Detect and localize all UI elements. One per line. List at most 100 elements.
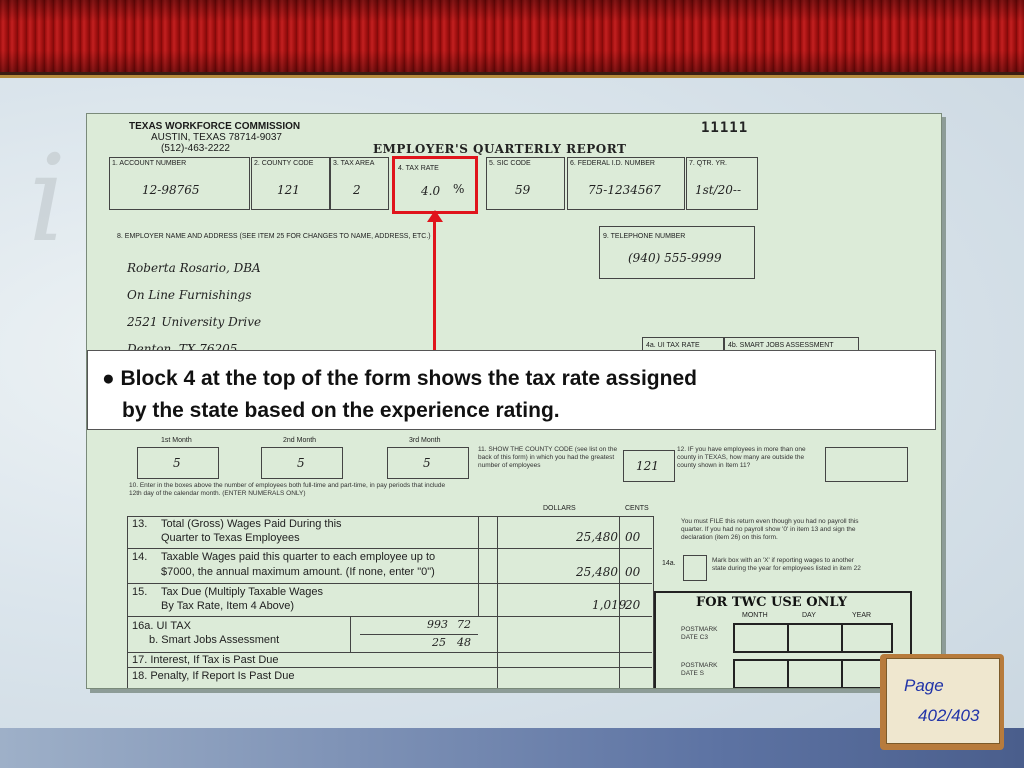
- sic-code-label: 5. SIC CODE: [489, 160, 531, 167]
- wage-table-divider-1: [478, 516, 479, 616]
- federal-id-label: 6. FEDERAL I.D. NUMBER: [570, 160, 655, 167]
- item-14a-text: Mark box with an 'X' if reporting wages …: [712, 557, 861, 572]
- row-16-subline: [360, 634, 478, 635]
- row-13-cents: 00: [625, 530, 641, 544]
- twc-day-cell-2: [787, 659, 843, 688]
- callout-line-2: by the state based on the experience rat…: [122, 399, 560, 422]
- row-16a-label: 16a. UI TAX: [132, 620, 191, 632]
- item-10-text: 10. Enter in the boxes above the number …: [129, 482, 446, 497]
- highlight-arrow-line: [433, 212, 436, 352]
- row-16a-cents: 72: [457, 618, 471, 631]
- header-shade: [0, 0, 1024, 72]
- month-2-value: 5: [297, 456, 305, 470]
- callout-text: ● Block 4 at the top of the form shows t…: [102, 363, 922, 427]
- row-16b-label: b. Smart Jobs Assessment: [149, 634, 280, 646]
- month-3-value: 5: [423, 456, 431, 470]
- county-code-box: 2. COUNTY CODE 121: [251, 157, 330, 210]
- book-page: [886, 658, 1000, 744]
- account-number-label: 1. ACCOUNT NUMBER: [112, 160, 187, 167]
- twc-day-cell-1: [787, 623, 843, 653]
- tax-area-value: 2: [353, 183, 361, 197]
- row-15-line-1: Tax Due (Multiply Taxable Wages: [161, 586, 324, 598]
- row-14-cents: 00: [625, 565, 641, 579]
- tax-rate-highlight: [392, 156, 478, 214]
- twc-title: FOR TWC USE ONLY: [696, 595, 847, 610]
- postmark-c3: POSTMARK DATE C3: [681, 626, 718, 641]
- item-11-value: 121: [636, 459, 659, 473]
- agency-phone: (512)-463-2222: [161, 143, 230, 154]
- row-15-line-2: By Tax Rate, Item 4 Above): [161, 600, 295, 612]
- row-18-label: 18. Penalty, If Report Is Past Due: [132, 670, 295, 682]
- smart-jobs-label: 4b. SMART JOBS ASSESSMENT: [728, 342, 834, 349]
- row-17-label: 17. Interest, If Tax is Past Due: [132, 654, 279, 666]
- month-3-box: 5: [387, 447, 469, 479]
- phone-box: 9. TELEPHONE NUMBER (940) 555-9999: [599, 226, 755, 279]
- ui-tax-rate-label: 4a. UI TAX RATE: [646, 342, 700, 349]
- page-number: 402/403: [918, 706, 980, 725]
- wage-row-line-1: [128, 548, 652, 549]
- employer-line-3: 2521 University Drive: [127, 315, 262, 329]
- county-code-label: 2. COUNTY CODE: [254, 160, 314, 167]
- item-14a-box[interactable]: [683, 555, 707, 581]
- agency-address: AUSTIN, TEXAS 78714-9037: [151, 132, 282, 143]
- month-2-box: 5: [261, 447, 343, 479]
- form-title: EMPLOYER'S QUARTERLY REPORT: [373, 142, 627, 156]
- row-13-line-1: Total (Gross) Wages Paid During this: [161, 518, 342, 530]
- file-note: You must FILE this return even though yo…: [681, 518, 859, 541]
- cents-header: CENTS: [625, 505, 649, 512]
- row-16-divider: [350, 616, 351, 652]
- bottom-band: [0, 728, 1024, 768]
- row-15-cents: 20: [625, 598, 641, 612]
- federal-id-value: 75-1234567: [588, 183, 661, 197]
- agency-name: TEXAS WORKFORCE COMMISSION: [129, 121, 301, 132]
- sic-code-value: 59: [515, 183, 531, 197]
- wage-row-line-2: [128, 583, 652, 584]
- quarter-year-value: 1st/20--: [695, 183, 742, 197]
- twc-month-cell-1: [733, 623, 789, 653]
- callout-line-1: ● Block 4 at the top of the form shows t…: [102, 367, 697, 390]
- form-number: 11111: [701, 120, 749, 136]
- month-1-value: 5: [173, 456, 181, 470]
- row-15-num: 15.: [132, 586, 148, 598]
- row-14-line-1: Taxable Wages paid this quarter to each …: [161, 551, 436, 563]
- quarter-year-box: 7. QTR. YR. 1st/20--: [686, 157, 758, 210]
- employer-label: 8. EMPLOYER NAME AND ADDRESS (SEE ITEM 2…: [117, 233, 431, 240]
- tax-area-label: 3. TAX AREA: [333, 160, 375, 167]
- phone-value: (940) 555-9999: [628, 251, 722, 265]
- month-2-label: 2nd Month: [283, 437, 317, 444]
- employer-line-1: Roberta Rosario, DBA: [127, 261, 261, 275]
- callout-box: ● Block 4 at the top of the form shows t…: [87, 350, 936, 430]
- twc-month-cell-2: [733, 659, 789, 688]
- account-number-value: 12-98765: [142, 183, 200, 197]
- month-3-label: 3rd Month: [409, 437, 441, 444]
- wage-row-line-4: [128, 652, 652, 653]
- dollars-header: DOLLARS: [543, 505, 576, 512]
- item-12-box: [825, 447, 908, 482]
- quarter-year-label: 7. QTR. YR.: [689, 160, 727, 167]
- postmark-s: POSTMARK DATE S: [681, 662, 718, 677]
- row-15-dollars: 1,019: [592, 598, 627, 612]
- federal-id-box: 6. FEDERAL I.D. NUMBER 75-1234567: [567, 157, 685, 210]
- row-16b-dollars: 25: [432, 636, 446, 649]
- row-16b-cents: 48: [457, 636, 471, 649]
- row-13-line-2: Quarter to Texas Employees: [161, 532, 300, 544]
- item-14a-label: 14a.: [662, 560, 676, 567]
- month-1-box: 5: [137, 447, 219, 479]
- account-number-box: 1. ACCOUNT NUMBER 12-98765: [109, 157, 250, 210]
- twc-col-year: YEAR: [852, 612, 872, 619]
- row-14-num: 14.: [132, 551, 148, 563]
- employer-line-2: On Line Furnishings: [127, 288, 252, 302]
- item-12-text: 12. IF you have employees in more than o…: [677, 446, 806, 469]
- wage-row-line-5: [128, 667, 652, 668]
- twc-col-month: MONTH: [742, 612, 768, 619]
- background-watermark: i: [28, 130, 67, 269]
- month-1-label: 1st Month: [161, 437, 192, 444]
- item-11-text: 11. SHOW THE COUNTY CODE (see list on th…: [478, 446, 618, 469]
- twc-col-day: DAY: [802, 612, 816, 619]
- wage-row-line-3: [128, 616, 652, 617]
- page-indicator[interactable]: Page 402/403: [880, 654, 1004, 750]
- county-code-value: 121: [277, 183, 300, 197]
- wage-table-divider-2: [497, 516, 498, 688]
- row-13-num: 13.: [132, 518, 148, 530]
- row-16a-dollars: 993: [427, 618, 448, 631]
